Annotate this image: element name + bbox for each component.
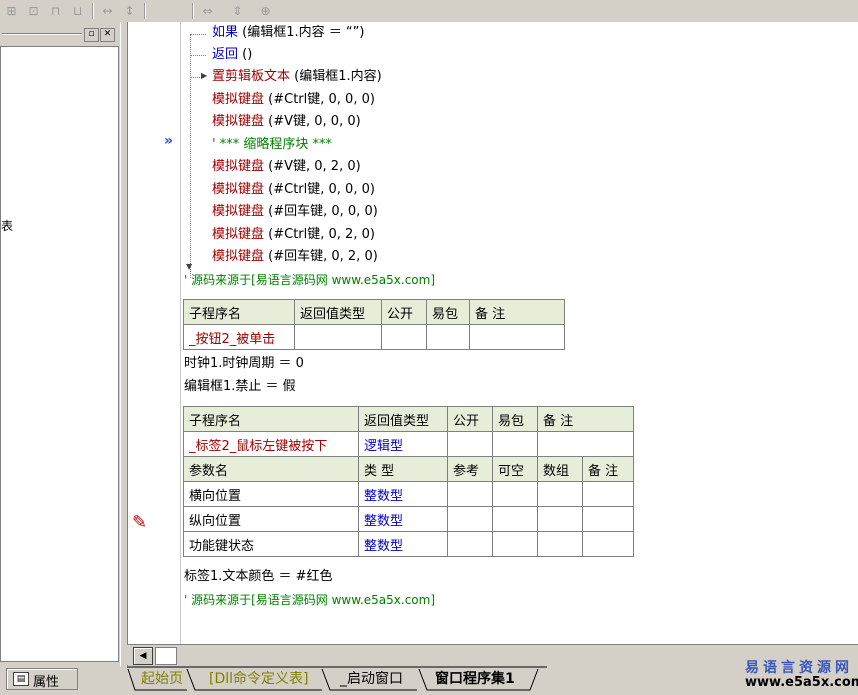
table-cell[interactable]	[294, 324, 382, 350]
table-cell[interactable]	[537, 506, 583, 532]
scroll-track[interactable]	[155, 647, 177, 665]
param-header: 类 型	[358, 456, 448, 482]
param-header: 参考	[447, 456, 493, 482]
panel-body: 表	[0, 46, 119, 662]
properties-icon: ▤	[13, 672, 29, 686]
subroutine-name[interactable]: _按钮2_被单击	[183, 324, 295, 350]
table-header: 返回值类型	[294, 299, 382, 325]
align-top-icon[interactable]: ⊓	[46, 2, 65, 21]
table-cell[interactable]	[492, 431, 538, 457]
site-logo: 易语言资源网	[745, 660, 853, 676]
code-line[interactable]: 模拟键盘 (#V键, 0, 0, 0)	[212, 112, 361, 132]
align-bottom-icon[interactable]: ⊔	[68, 2, 87, 21]
tab-startup-window[interactable]: _启动窗口	[340, 668, 403, 690]
table-cell[interactable]	[469, 324, 565, 350]
code-comment[interactable]: ' 源码来源于[易语言源码网 www.e5a5x.com]	[184, 590, 435, 610]
width-icon[interactable]: ⇔	[198, 2, 217, 21]
panel-header: ▫ ✕	[0, 26, 118, 42]
table-cell[interactable]	[447, 481, 493, 507]
spacing-h-icon[interactable]: ↔	[98, 2, 117, 21]
left-panel: ▫ ✕ 表	[0, 22, 120, 667]
fold-marker-icon[interactable]: »	[164, 133, 173, 149]
code-line[interactable]: 模拟键盘 (#回车键, 0, 2, 0)	[212, 247, 378, 267]
table-cell[interactable]	[537, 531, 583, 557]
return-type[interactable]: 逻辑型	[358, 431, 448, 457]
table-cell[interactable]	[426, 324, 470, 350]
table-cell[interactable]	[492, 481, 538, 507]
param-type[interactable]: 整数型	[358, 481, 448, 507]
table-cell[interactable]	[582, 506, 634, 532]
table-cell[interactable]	[447, 531, 493, 557]
subroutine-table: 子程序名 返回值类型 公开 易包 备 注 _标签2_鼠标左键被按下 逻辑型 参数…	[183, 406, 634, 557]
panel-text: 表	[1, 219, 14, 233]
table-header: 公开	[447, 406, 493, 432]
table-cell[interactable]	[537, 431, 634, 457]
table-cell[interactable]	[492, 531, 538, 557]
param-header: 数组	[537, 456, 583, 482]
restore-icon[interactable]: ▫	[84, 28, 99, 42]
code-line[interactable]: 返回 ()	[212, 45, 252, 65]
scroll-left-icon[interactable]: ◀	[133, 647, 153, 665]
param-type[interactable]: 整数型	[358, 506, 448, 532]
param-header: 备 注	[582, 456, 634, 482]
code-line[interactable]: 编辑框1.禁止 ＝ 假	[184, 377, 296, 397]
code-line[interactable]: 模拟键盘 (#Ctrl键, 0, 0, 0)	[212, 90, 375, 110]
param-name[interactable]: 纵向位置	[183, 506, 359, 532]
table-cell[interactable]	[381, 324, 427, 350]
param-header: 参数名	[183, 456, 359, 482]
code-comment[interactable]: ' 源码来源于[易语言源码网 www.e5a5x.com]	[184, 270, 435, 290]
table-header: 子程序名	[183, 299, 295, 325]
edit-pencil-icon: ✎	[132, 512, 148, 533]
subroutine-table: 子程序名 返回值类型 公开 易包 备 注 _按钮2_被单击	[183, 299, 565, 350]
code-line[interactable]: 模拟键盘 (#V键, 0, 2, 0)	[212, 157, 361, 177]
param-name[interactable]: 功能键状态	[183, 531, 359, 557]
spacing-v-icon[interactable]: ↕	[120, 2, 139, 21]
table-header: 易包	[492, 406, 538, 432]
code-line[interactable]: 模拟键盘 (#回车键, 0, 0, 0)	[212, 202, 378, 222]
table-cell[interactable]	[537, 481, 583, 507]
code-line[interactable]: 如果 (编辑框1.内容 ＝ “”)	[212, 23, 364, 43]
table-header: 备 注	[469, 299, 565, 325]
table-header: 易包	[426, 299, 470, 325]
code-editor[interactable]: » ✎ ▶ ▼ 如果 (编辑框1.内容 ＝ “”) 返回 () 置剪辑板文本 (…	[127, 22, 858, 644]
table-header: 返回值类型	[358, 406, 448, 432]
properties-tab[interactable]: ▤ 属性	[6, 668, 78, 690]
align-icon[interactable]: ⊞	[2, 2, 21, 21]
table-cell[interactable]	[492, 506, 538, 532]
center-icon[interactable]: ⊕	[256, 2, 275, 21]
height-icon[interactable]: ⇕	[228, 2, 247, 21]
code-line[interactable]: 标签1.文本颜色 ＝ #红色	[184, 567, 333, 587]
code-line[interactable]: 模拟键盘 (#Ctrl键, 0, 0, 0)	[212, 180, 375, 200]
align-center-icon[interactable]: ⊡	[24, 2, 43, 21]
table-cell[interactable]	[582, 481, 634, 507]
table-header: 公开	[381, 299, 427, 325]
tab-window-assembly[interactable]: 窗口程序集1	[435, 668, 515, 690]
table-header: 备 注	[537, 406, 634, 432]
site-url: www.e5a5x.com	[745, 675, 858, 690]
subroutine-name[interactable]: _标签2_鼠标左键被按下	[183, 431, 359, 457]
code-comment[interactable]: ' *** 缩略程序块 ***	[212, 135, 332, 155]
code-line[interactable]: 置剪辑板文本 (编辑框1.内容)	[212, 67, 382, 87]
table-cell[interactable]	[447, 506, 493, 532]
table-cell[interactable]	[582, 531, 634, 557]
param-name[interactable]: 横向位置	[183, 481, 359, 507]
param-type[interactable]: 整数型	[358, 531, 448, 557]
code-line[interactable]: 模拟键盘 (#Ctrl键, 0, 2, 0)	[212, 225, 375, 245]
tab-dll-commands[interactable]: [Dll命令定义表]	[209, 668, 308, 690]
toolbar: ⊞ ⊡ ⊓ ⊔ ↔ ↕ ⇔ ⇕ ⊕	[0, 0, 858, 23]
close-icon[interactable]: ✕	[100, 28, 115, 42]
table-header: 子程序名	[183, 406, 359, 432]
param-header: 可空	[492, 456, 538, 482]
gutter: » ✎	[128, 22, 181, 644]
code-line[interactable]: 时钟1.时钟周期 ＝ 0	[184, 354, 304, 374]
table-cell[interactable]	[447, 431, 493, 457]
tab-start-page[interactable]: 起始页	[141, 668, 183, 690]
properties-tab-label: 属性	[33, 675, 60, 690]
